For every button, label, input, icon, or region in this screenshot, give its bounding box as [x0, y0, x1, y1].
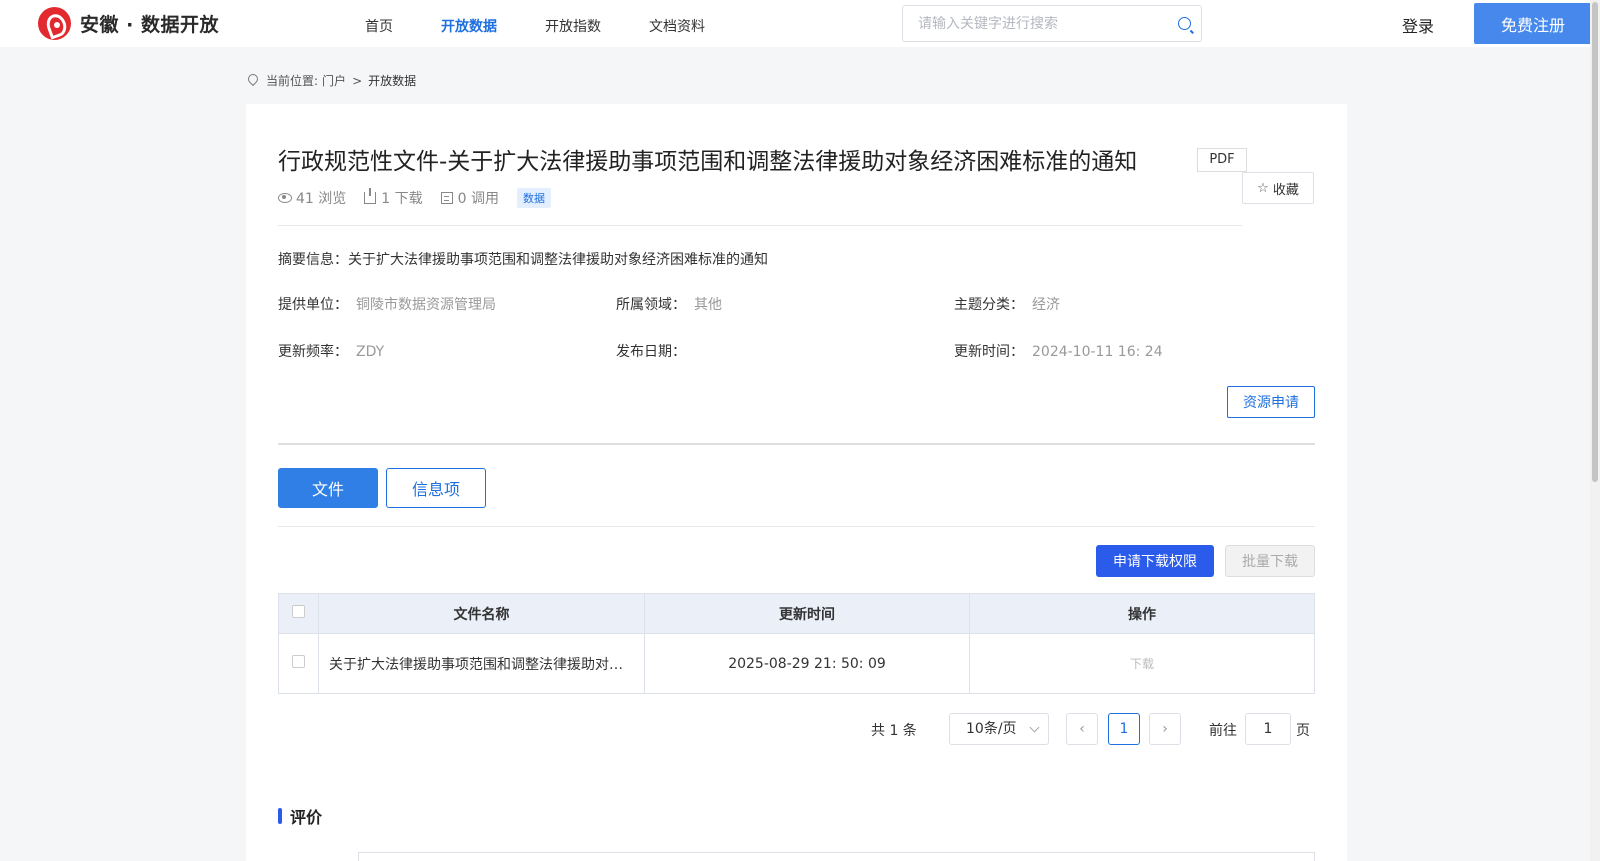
page-scrollbar[interactable]	[1590, 0, 1600, 861]
breadcrumb-prefix: 当前位置:	[266, 74, 319, 88]
select-all-checkbox[interactable]	[292, 605, 305, 618]
meta-frequency-label: 更新频率：	[278, 344, 348, 360]
review-section-title: 评价	[278, 804, 322, 828]
row-action-cell: 下载	[969, 633, 1315, 694]
meta-updated-value: 2024-10-11 16: 24	[1032, 344, 1163, 360]
resource-apply-button[interactable]: 资源申请	[1227, 386, 1315, 418]
breadcrumb: 当前位置: 门户 > 开放数据	[248, 72, 416, 89]
stats-row: 41 浏览 1 下载 0 调用 数据	[278, 188, 551, 208]
header-select-all	[278, 593, 319, 634]
next-page-button[interactable]: ›	[1149, 713, 1181, 745]
goto-label: 前往	[1209, 723, 1237, 739]
type-badge: 数据	[516, 188, 551, 208]
breadcrumb-home[interactable]: 门户	[322, 72, 346, 89]
calls-count: 0 调用	[457, 191, 499, 207]
files-table: 文件名称 更新时间 操作 关于扩大法律援助事项范围和调整法律援助对象经济困难标准…	[278, 593, 1315, 694]
search-box	[902, 5, 1202, 42]
summary-text: 摘要信息：关于扩大法律援助事项范围和调整法律援助对象经济困难标准的通知	[278, 252, 768, 268]
meta-updated: 更新时间： 2024-10-11 16: 24	[954, 341, 1163, 361]
star-icon: ☆	[1257, 180, 1269, 196]
divider	[278, 225, 1242, 226]
goto-page-input[interactable]	[1245, 713, 1291, 745]
favorite-button[interactable]: ☆ 收藏	[1242, 172, 1314, 204]
tab-info-items[interactable]: 信息项	[386, 468, 486, 508]
meta-domain: 所属领域： 其他	[616, 294, 722, 314]
favorite-label: 收藏	[1272, 182, 1299, 198]
page-suffix: 页	[1296, 723, 1310, 739]
detail-card: 行政规范性文件-关于扩大法律援助事项范围和调整法律援助对象经济困难标准的通知 P…	[246, 104, 1347, 861]
breadcrumb-current: 开放数据	[368, 74, 417, 88]
header-filename: 文件名称	[318, 593, 645, 634]
review-title-text: 评价	[290, 808, 323, 827]
meta-publish-label: 发布日期：	[616, 344, 686, 360]
search-icon[interactable]	[1178, 17, 1191, 30]
eye-icon	[278, 193, 292, 203]
header-action: 操作	[969, 593, 1315, 634]
row-checkbox[interactable]	[292, 655, 305, 668]
request-download-button[interactable]: 申请下载权限	[1096, 545, 1214, 577]
meta-provider-value: 铜陵市数据资源管理局	[356, 297, 496, 313]
login-link[interactable]: 登录	[1402, 13, 1434, 37]
main-nav: 首页 开放数据 开放指数 文档资料	[365, 16, 753, 36]
download-icon	[364, 188, 377, 204]
meta-provider: 提供单位： 铜陵市数据资源管理局	[278, 294, 496, 314]
nav-home[interactable]: 首页	[365, 16, 393, 36]
meta-domain-label: 所属领域：	[616, 297, 686, 313]
search-input[interactable]	[903, 6, 1163, 41]
meta-frequency: 更新频率： ZDY	[278, 341, 384, 361]
pagination-total: 共 1 条	[871, 723, 917, 739]
api-call-icon	[440, 192, 453, 204]
meta-provider-label: 提供单位：	[278, 297, 348, 313]
table-row: 关于扩大法律援助事项范围和调整法律援助对象经济困难标准的通知.pdf 2025-…	[278, 633, 1315, 694]
section-accent-bar	[278, 808, 282, 824]
tab-divider	[278, 526, 1315, 527]
scrollbar-thumb[interactable]	[1592, 2, 1598, 482]
location-pin-icon	[248, 74, 258, 87]
downloads-count: 1 下载	[381, 191, 423, 207]
row-updated: 2025-08-29 21: 50: 09	[644, 633, 970, 694]
page-size-select[interactable]: 10条/页	[949, 713, 1049, 745]
nav-open-data[interactable]: 开放数据	[441, 16, 497, 36]
review-input-box[interactable]	[358, 852, 1315, 861]
row-filename: 关于扩大法律援助事项范围和调整法律援助对象经济困难标准的通知.pdf	[329, 656, 629, 673]
batch-download-button[interactable]: 批量下载	[1225, 545, 1315, 577]
views-stat: 41 浏览	[278, 188, 346, 208]
site-logo[interactable]: 安徽 · 数据开放	[38, 7, 219, 40]
views-count: 41 浏览	[296, 191, 347, 207]
top-header: 安徽 · 数据开放 首页 开放数据 开放指数 文档资料 登录 免费注册	[0, 0, 1600, 47]
calls-stat: 0 调用	[440, 188, 499, 208]
meta-updated-label: 更新时间：	[954, 344, 1024, 360]
page-title: 行政规范性文件-关于扩大法律援助事项范围和调整法律援助对象经济困难标准的通知	[278, 149, 1138, 175]
nav-open-index[interactable]: 开放指数	[545, 16, 601, 36]
register-button[interactable]: 免费注册	[1474, 3, 1592, 44]
meta-topic-label: 主题分类：	[954, 297, 1024, 313]
breadcrumb-separator: >	[352, 73, 363, 88]
page-number-button[interactable]: 1	[1108, 713, 1140, 745]
meta-topic-value: 经济	[1032, 297, 1060, 313]
section-divider	[278, 443, 1315, 445]
tab-files[interactable]: 文件	[278, 468, 378, 508]
meta-frequency-value: ZDY	[356, 344, 385, 360]
row-filename-cell: 关于扩大法律援助事项范围和调整法律援助对象经济困难标准的通知.pdf	[318, 633, 645, 694]
row-download-link[interactable]: 下载	[1130, 657, 1154, 671]
row-select-cell	[278, 633, 319, 694]
logo-text: 安徽 · 数据开放	[80, 14, 219, 36]
prev-page-button[interactable]: ‹	[1066, 713, 1098, 745]
downloads-stat: 1 下载	[364, 188, 423, 208]
table-header-row: 文件名称 更新时间 操作	[278, 593, 1315, 634]
meta-publish: 发布日期：	[616, 341, 694, 361]
meta-topic: 主题分类： 经济	[954, 294, 1060, 314]
header-updated: 更新时间	[644, 593, 970, 634]
meta-domain-value: 其他	[694, 297, 722, 313]
logo-icon	[38, 7, 71, 40]
format-badge: PDF	[1197, 148, 1247, 172]
nav-docs[interactable]: 文档资料	[649, 16, 705, 36]
